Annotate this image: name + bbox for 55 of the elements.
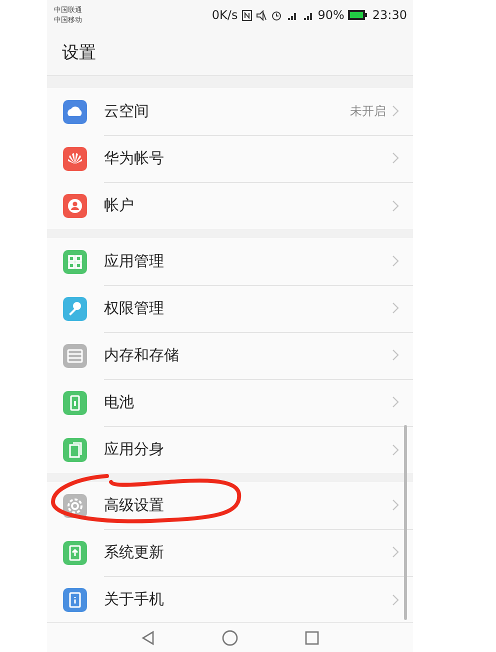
chevron-icon: [392, 255, 399, 267]
settings-item[interactable]: 权限管理: [47, 285, 413, 332]
item-label: 关于手机: [104, 590, 165, 609]
home-icon[interactable]: [222, 630, 238, 646]
chevron-icon: [392, 200, 399, 212]
account-icon: [63, 194, 87, 218]
item-label: 内存和存储: [104, 346, 180, 364]
signal-icon: [302, 10, 314, 20]
item-label: 高级设置: [104, 496, 165, 514]
page-title: 设置: [62, 42, 96, 64]
back-icon[interactable]: [140, 630, 156, 646]
chevron-icon: [392, 302, 399, 314]
huawei-icon: [63, 146, 87, 170]
update-icon: [63, 540, 87, 564]
item-label: 帐户: [104, 196, 135, 215]
item-label: 电池: [104, 392, 135, 412]
storage-icon: [63, 344, 87, 368]
chevron-icon: [392, 152, 399, 164]
chevron-icon: [392, 349, 399, 361]
alarm-icon: [270, 10, 282, 20]
info-icon: [63, 588, 87, 612]
mute-icon: [256, 10, 267, 20]
recents-icon[interactable]: [304, 630, 320, 646]
cloud-icon: [63, 100, 87, 124]
battery-icon: [63, 390, 87, 414]
clone-icon: [63, 438, 87, 462]
settings-item[interactable]: 应用分身: [47, 426, 413, 473]
item-status: 未开启: [350, 102, 386, 120]
item-label: 华为帐号: [104, 148, 165, 168]
battery-percentage: 90%: [318, 8, 344, 22]
chevron-icon: [392, 105, 399, 117]
chevron-icon: [392, 594, 399, 606]
item-label: 系统更新: [104, 542, 165, 562]
settings-item[interactable]: 华为帐号: [47, 135, 413, 182]
item-label: 权限管理: [104, 298, 165, 318]
battery-icon: [348, 10, 368, 20]
chevron-icon: [392, 396, 399, 408]
chevron-icon: [392, 499, 399, 511]
clock-time: 23:30: [372, 8, 407, 22]
settings-item[interactable]: 关于手机: [47, 576, 413, 623]
settings-item[interactable]: 内存和存储: [47, 332, 413, 379]
nfc-icon: [242, 10, 252, 20]
chevron-icon: [392, 546, 399, 558]
settings-item[interactable]: 应用管理: [47, 238, 413, 285]
chevron-icon: [392, 444, 399, 456]
signal-icon: [286, 10, 298, 20]
item-label: 应用管理: [104, 252, 165, 270]
settings-item[interactable]: 云空间 未开启: [47, 88, 413, 135]
item-label: 应用分身: [104, 440, 165, 459]
item-label: 云空间: [104, 102, 150, 120]
key-icon: [63, 296, 87, 320]
network-speed: 0K/s: [212, 8, 238, 22]
settings-item[interactable]: 电池: [47, 379, 413, 426]
settings-item[interactable]: 帐户: [47, 182, 413, 229]
apps-icon: [63, 250, 87, 274]
